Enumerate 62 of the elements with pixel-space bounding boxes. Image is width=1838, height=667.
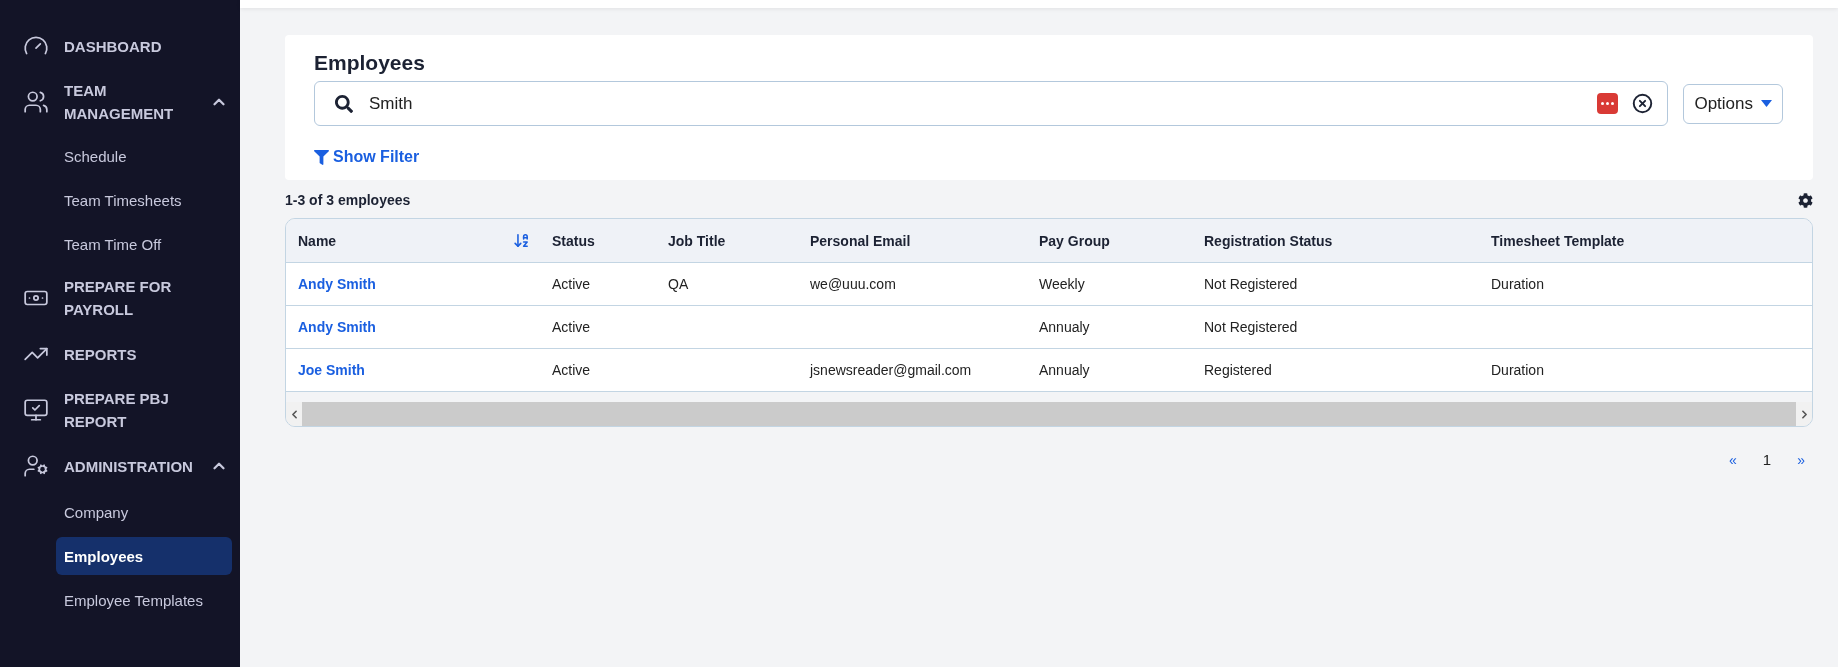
table-cell-text: Annualy xyxy=(1038,362,1091,378)
nav-label: ADMINISTRATION xyxy=(64,456,194,477)
nav-label: DASHBOARD xyxy=(64,36,163,57)
previous-page-link[interactable]: « xyxy=(1729,451,1737,468)
nav-item[interactable]: Schedule xyxy=(56,137,232,175)
column-header[interactable]: Personal Email xyxy=(810,232,911,249)
nav-label: PREPARE FOR PAYROLL xyxy=(64,277,173,320)
search-icon xyxy=(335,94,353,113)
next-page-link[interactable]: » xyxy=(1797,451,1805,468)
table-cell-text: Duration xyxy=(1490,362,1545,378)
show-filter-link[interactable]: Show Filter xyxy=(314,148,1783,166)
table-cell-text: Not Registered xyxy=(1203,319,1299,335)
column-header[interactable]: Registration Status xyxy=(1204,232,1333,249)
column-header[interactable]: Name xyxy=(298,232,337,249)
search-field[interactable]: Smith xyxy=(314,81,1669,126)
nav-section[interactable]: PREPARE FOR PAYROLL xyxy=(0,266,240,330)
settings-icon[interactable] xyxy=(1798,192,1813,208)
nav-item[interactable]: Employee Templates xyxy=(56,581,232,619)
search-input[interactable]: Smith xyxy=(367,92,1584,115)
table-cell-text: QA xyxy=(667,276,690,292)
nav-label: REPORTS xyxy=(64,344,138,365)
nav-item[interactable]: Team Timesheets xyxy=(56,181,232,219)
nav-icon xyxy=(23,453,49,479)
table-cell-text: jsnewsreader@gmail.com xyxy=(808,362,973,378)
nav-label: TEAM MANAGEMENT xyxy=(64,81,175,124)
nav-item[interactable]: Employees xyxy=(56,537,232,575)
nav-item[interactable]: Team Time Off xyxy=(56,225,232,263)
column-header[interactable]: Timesheet Template xyxy=(1491,232,1625,249)
nav-section[interactable]: REPORTS xyxy=(0,330,240,378)
table-cell-text: we@uuu.com xyxy=(809,276,897,292)
nav-section[interactable]: ADMINISTRATION xyxy=(0,442,240,490)
nav-section[interactable]: TEAM MANAGEMENT xyxy=(0,70,240,134)
table-cell-text: Active xyxy=(551,276,592,292)
employee-name-link[interactable]: Joe Smith xyxy=(298,362,365,378)
nav-icon xyxy=(23,89,49,115)
column-header[interactable]: Job Title xyxy=(668,232,726,249)
table-cell-text: Active xyxy=(551,319,592,335)
horizontal-scrollbar[interactable] xyxy=(286,402,1812,426)
password-manager-icon[interactable] xyxy=(1597,93,1619,114)
employee-name-link[interactable]: Andy Smith xyxy=(298,276,376,292)
table-cell-text: Annualy xyxy=(1038,319,1091,335)
table-cell-text: Not Registered xyxy=(1203,276,1299,292)
table-cell-text: Weekly xyxy=(1038,276,1086,292)
sort-icon[interactable] xyxy=(513,232,530,249)
nav-section[interactable]: DASHBOARD xyxy=(0,22,240,70)
options-button[interactable]: Options xyxy=(1683,83,1783,124)
nav-item[interactable]: Company xyxy=(56,493,232,531)
employee-name-link[interactable]: Andy Smith xyxy=(298,319,376,335)
nav-label: PREPARE PBJ REPORT xyxy=(64,389,170,432)
result-count: 1-3 of 3 employees xyxy=(285,192,411,208)
nav-icon xyxy=(23,397,49,423)
column-header[interactable]: Status xyxy=(552,232,595,249)
page-title: Employees xyxy=(314,51,426,75)
nav-section[interactable]: PREPARE PBJ REPORT xyxy=(0,378,240,442)
table-cell-text: Duration xyxy=(1490,276,1545,292)
filter-icon xyxy=(314,149,329,165)
column-header[interactable]: Pay Group xyxy=(1039,232,1110,249)
clear-icon[interactable] xyxy=(1632,93,1654,114)
page-number[interactable]: 1 xyxy=(1762,451,1772,468)
caret-icon xyxy=(1761,100,1772,107)
table-cell-text: Registered xyxy=(1203,362,1273,378)
table-cell-text: Active xyxy=(551,362,592,378)
